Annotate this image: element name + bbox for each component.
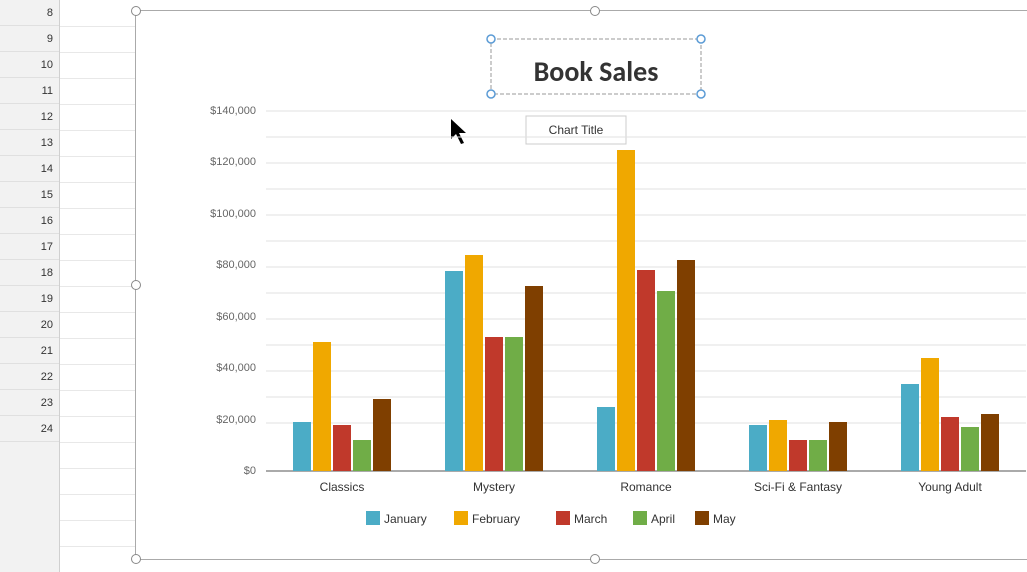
svg-text:$140,000: $140,000 [210, 105, 256, 117]
svg-text:$40,000: $40,000 [216, 362, 256, 374]
svg-text:Romance: Romance [620, 480, 672, 494]
svg-text:May: May [713, 512, 736, 526]
row-18: 18 [0, 260, 59, 286]
row-14: 14 [0, 156, 59, 182]
row-20: 20 [0, 312, 59, 338]
svg-text:$80,000: $80,000 [216, 259, 256, 271]
svg-text:April: April [651, 512, 675, 526]
svg-text:February: February [472, 512, 520, 526]
svg-text:$60,000: $60,000 [216, 311, 256, 323]
row-19: 19 [0, 286, 59, 312]
grid-area: Book Sales Chart Title [60, 0, 1027, 572]
handle-top-center[interactable] [590, 6, 600, 16]
row-15: 15 [0, 182, 59, 208]
svg-text:$100,000: $100,000 [210, 208, 256, 220]
svg-text:Chart Title: Chart Title [549, 123, 604, 137]
svg-text:$120,000: $120,000 [210, 156, 256, 168]
row-21: 21 [0, 338, 59, 364]
chart-container[interactable]: Book Sales Chart Title [135, 10, 1027, 560]
svg-text:March: March [574, 512, 607, 526]
row-23: 23 [0, 390, 59, 416]
svg-text:$20,000: $20,000 [216, 414, 256, 426]
handle-middle-left[interactable] [131, 280, 141, 290]
svg-text:$0: $0 [244, 465, 256, 477]
svg-text:Classics: Classics [320, 480, 365, 494]
chart-title-group: Book Sales [487, 35, 705, 98]
handle-top-left[interactable] [131, 6, 141, 16]
row-9: 9 [0, 26, 59, 52]
row-numbers: 8 9 10 11 12 13 14 15 16 17 18 19 20 21 … [0, 0, 60, 572]
row-16: 16 [0, 208, 59, 234]
row-17: 17 [0, 234, 59, 260]
row-24: 24 [0, 416, 59, 442]
svg-text:Mystery: Mystery [473, 480, 515, 494]
row-22: 22 [0, 364, 59, 390]
row-12: 12 [0, 104, 59, 130]
svg-text:January: January [384, 512, 427, 526]
svg-text:Sci-Fi & Fantasy: Sci-Fi & Fantasy [754, 480, 842, 494]
chart-svg: Book Sales Chart Title [136, 11, 1027, 561]
row-11: 11 [0, 78, 59, 104]
row-8: 8 [0, 0, 59, 26]
svg-text:Young Adult: Young Adult [918, 480, 982, 494]
handle-bottom-left[interactable] [131, 554, 141, 564]
handle-bottom-center[interactable] [590, 554, 600, 564]
row-10: 10 [0, 52, 59, 78]
svg-text:Book Sales: Book Sales [534, 54, 659, 89]
row-13: 13 [0, 130, 59, 156]
